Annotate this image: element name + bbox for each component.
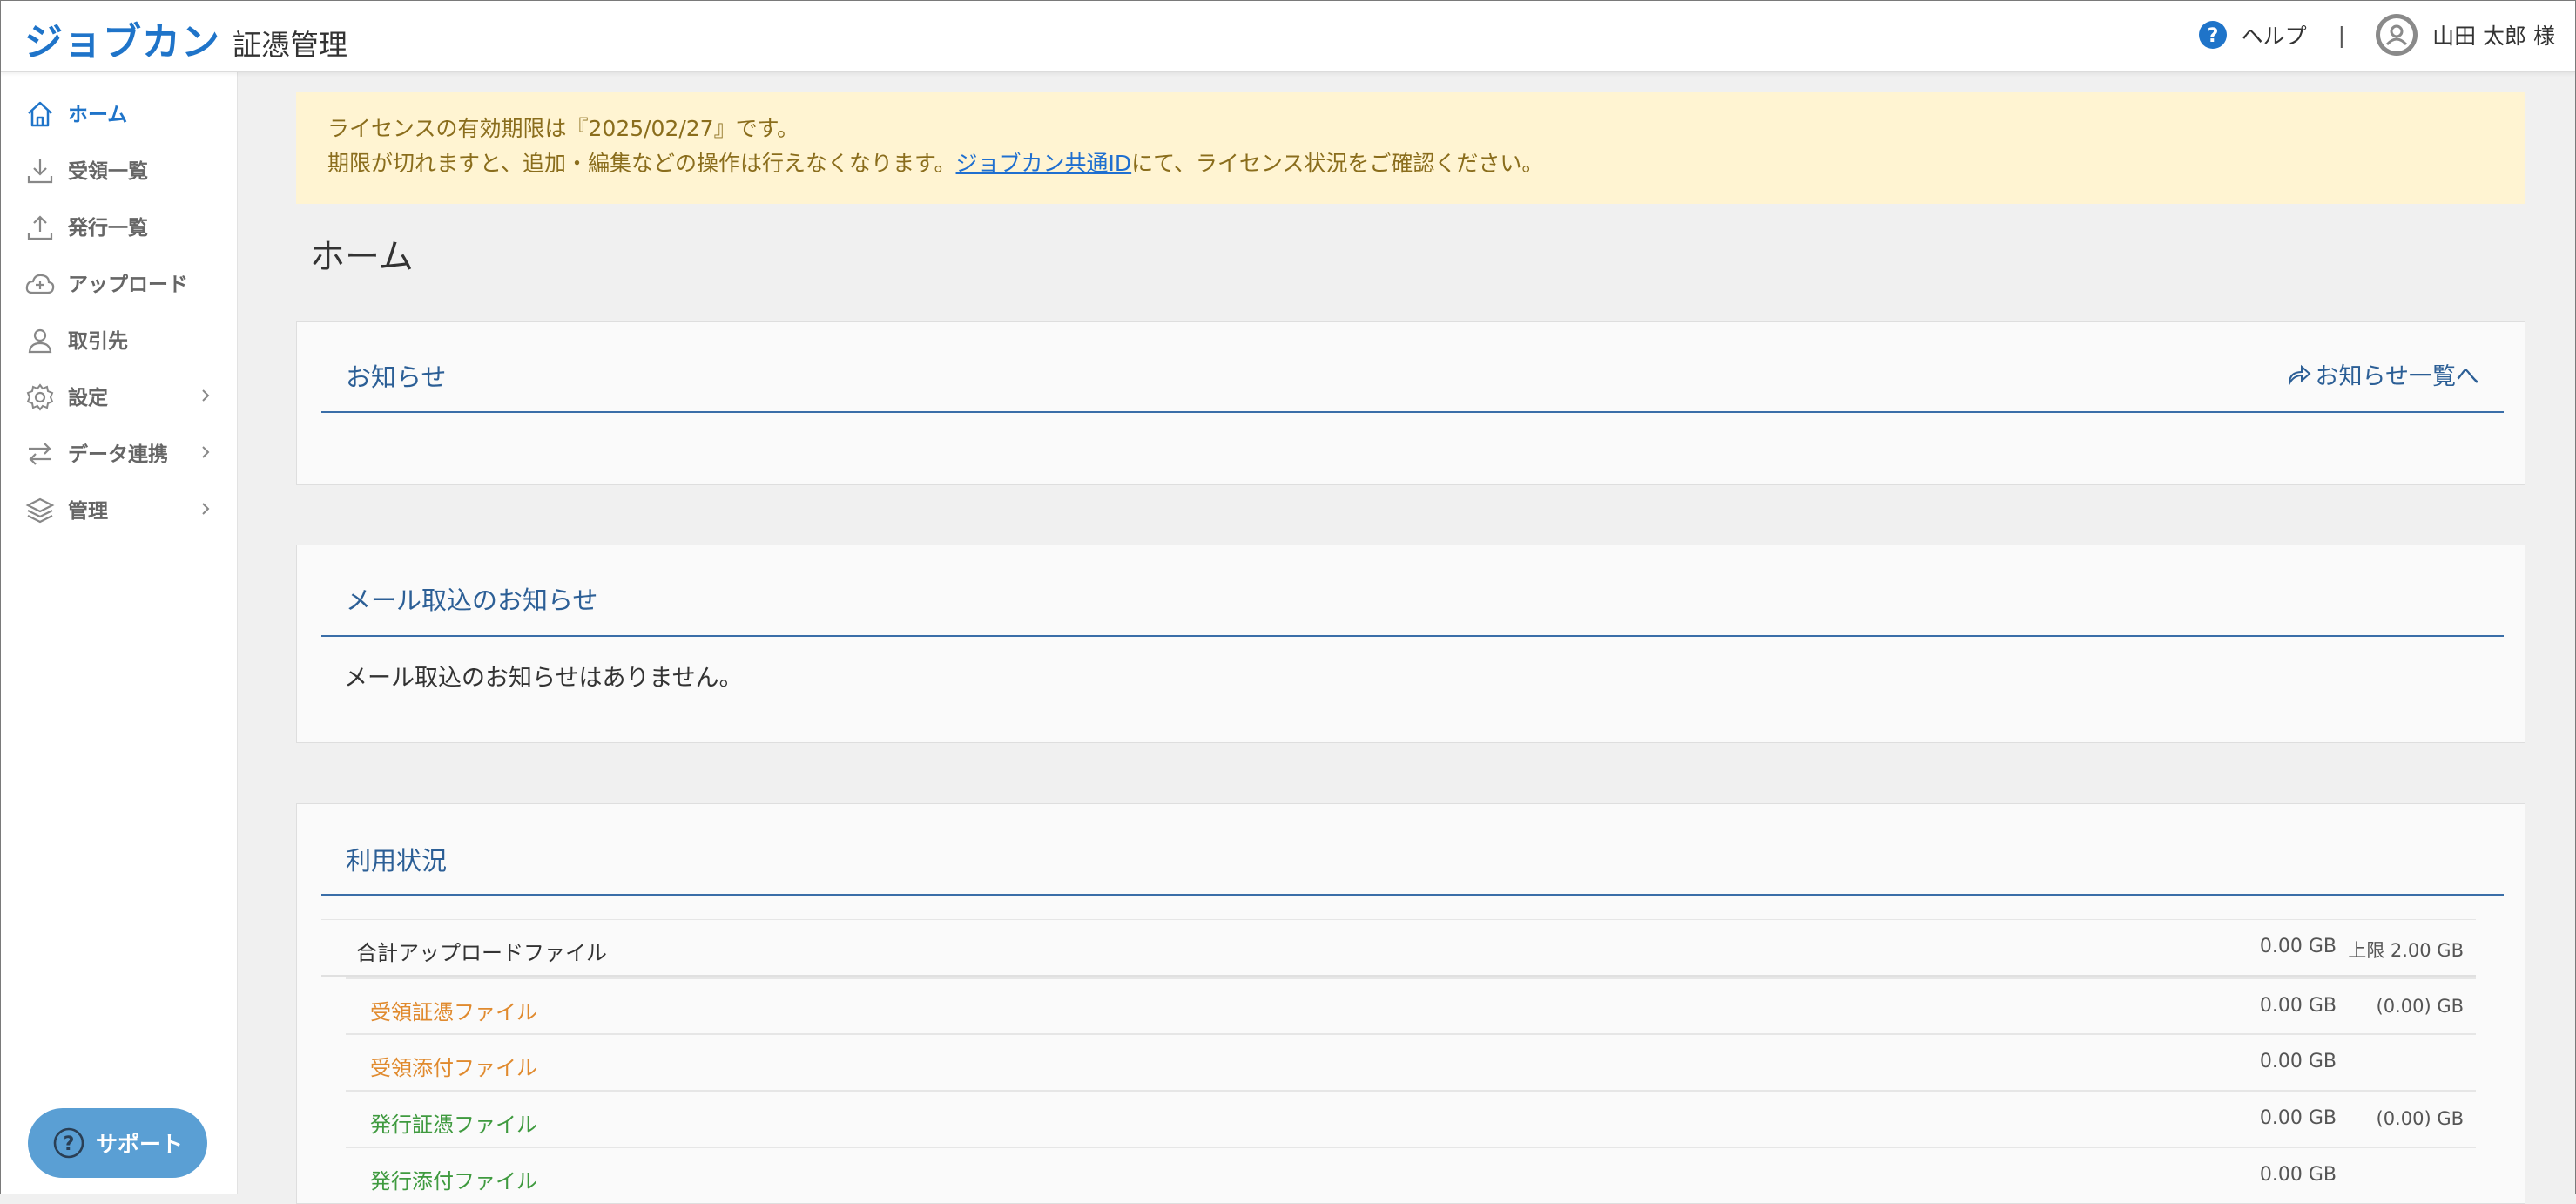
banner-text: 期限が切れますと、追加・編集などの操作は行えなくなります。	[327, 151, 956, 176]
sidebar-item-label: 発行一覧	[68, 217, 148, 240]
usage-total-row: 合計アップロードファイル 0.00 GB 上限 2.00 GB	[321, 919, 2476, 977]
usage-row: 発行証憑ファイル 0.00 GB (0.00) GB	[346, 1090, 2476, 1146]
usage-row-value: 0.00 GB	[2259, 1051, 2337, 1072]
notices-title: お知らせ	[346, 362, 447, 392]
sidebar-item-label: アップロード	[68, 274, 188, 296]
usage-total-limit: 上限 2.00 GB	[2348, 940, 2464, 961]
license-banner: ライセンスの有効期限は『2025/02/27』です。 期限が切れますと、追加・編…	[296, 92, 2525, 204]
usage-total-label: 合計アップロードファイル	[356, 941, 607, 965]
share-arrow-icon	[2288, 364, 2311, 387]
help-icon[interactable]: ?	[2198, 20, 2228, 50]
sidebar-item-label: 受領一覧	[68, 160, 148, 183]
banner-text: にて、ライセンス状況をご確認ください。	[1131, 151, 1544, 176]
usage-title: 利用状況	[346, 846, 448, 876]
support-label: サポート	[95, 1132, 183, 1157]
chevron-right-icon	[202, 503, 210, 515]
sidebar-item-label: ホーム	[68, 104, 128, 126]
help-link[interactable]: ヘルプ	[2242, 19, 2307, 51]
sidebar-item-label: 設定	[68, 387, 108, 409]
header-actions: ? ヘルプ | 山田 太郎 様	[2198, 12, 2555, 57]
sidebar-item-received-list[interactable]: 受領一覧	[0, 143, 237, 195]
card-header: お知らせ お知らせ一覧へ	[321, 322, 2504, 413]
sidebar-item-partners[interactable]: 取引先	[0, 313, 237, 365]
person-icon	[28, 328, 52, 354]
sidebar-item-data-integration[interactable]: データ連携	[0, 426, 237, 478]
sidebar-item-upload[interactable]: アップロード	[0, 256, 237, 308]
card-header: 利用状況	[321, 804, 2504, 896]
gear-icon	[26, 383, 54, 411]
sidebar-item-label: データ連携	[68, 443, 168, 466]
usage-row-value: 0.00 GB	[2259, 1107, 2337, 1129]
avatar-icon[interactable]	[2375, 13, 2418, 57]
logo-brand: ジョブカン	[24, 20, 220, 64]
usage-row-label: 受領証憑ファイル	[370, 1000, 537, 1025]
usage-row: 受領添付ファイル 0.00 GB	[346, 1033, 2476, 1089]
usage-total-value: 0.00 GB	[2259, 936, 2337, 957]
mail-notices-empty: メール取込のお知らせはありません。	[344, 665, 743, 692]
notices-link-label: お知らせ一覧へ	[2315, 363, 2479, 390]
sync-arrows-icon	[29, 443, 51, 465]
sidebar-item-home[interactable]: ホーム	[0, 86, 237, 139]
usage-row-value: 0.00 GB	[2259, 995, 2337, 1017]
logo-product-name: 証憑管理	[233, 28, 347, 62]
home-icon	[28, 101, 52, 127]
usage-row-limit: (0.00) GB	[2376, 996, 2465, 1017]
usage-row: 発行添付ファイル 0.00 GB	[346, 1147, 2476, 1202]
usage-row-label: 発行添付ファイル	[370, 1169, 537, 1194]
card-header: メール取込のお知らせ	[321, 545, 2504, 637]
chevron-right-icon	[202, 389, 210, 402]
mail-notices-card: メール取込のお知らせ メール取込のお知らせはありません。	[296, 545, 2525, 743]
sidebar-item-label: 管理	[68, 500, 108, 523]
download-icon	[27, 159, 53, 184]
svg-text:?: ?	[2207, 25, 2218, 47]
header-separator: |	[2337, 22, 2346, 48]
svg-text:?: ?	[64, 1133, 75, 1155]
usage-row-label: 受領添付ファイル	[370, 1056, 537, 1080]
support-button[interactable]: ? サポート	[28, 1108, 207, 1178]
upload-icon	[27, 215, 53, 240]
usage-card: 利用状況 合計アップロードファイル 0.00 GB 上限 2.00 GB 受領証…	[296, 803, 2525, 1204]
chevron-right-icon	[202, 446, 210, 458]
cloud-upload-icon	[25, 274, 55, 294]
layers-icon	[25, 497, 55, 524]
usage-row-limit: (0.00) GB	[2376, 1108, 2465, 1129]
page-title: ホーム	[310, 237, 414, 277]
sidebar-item-settings[interactable]: 設定	[0, 369, 237, 422]
sidebar-item-issued-list[interactable]: 発行一覧	[0, 200, 237, 252]
usage-row: 受領証憑ファイル 0.00 GB (0.00) GB	[346, 977, 2476, 1033]
top-header: ジョブカン 証憑管理 ? ヘルプ | 山田 太郎 様	[0, 0, 2576, 72]
common-id-link[interactable]: ジョブカン共通ID	[956, 151, 1132, 176]
banner-line-2: 期限が切れますと、追加・編集などの操作は行えなくなります。ジョブカン共通IDにて…	[327, 146, 2494, 181]
question-circle-icon: ?	[53, 1127, 84, 1159]
notices-list-link[interactable]: お知らせ一覧へ	[2286, 357, 2479, 391]
banner-line-1: ライセンスの有効期限は『2025/02/27』です。	[327, 116, 799, 141]
sidebar-item-label: 取引先	[68, 330, 128, 353]
app-logo[interactable]: ジョブカン 証憑管理	[24, 10, 347, 66]
user-name[interactable]: 山田 太郎 様	[2432, 19, 2555, 51]
usage-row-label: 発行証憑ファイル	[370, 1113, 537, 1137]
usage-row-value: 0.00 GB	[2259, 1164, 2337, 1186]
notices-card: お知らせ お知らせ一覧へ	[296, 321, 2525, 485]
mail-notices-title: メール取込のお知らせ	[346, 585, 598, 615]
sidebar: ホーム 受領一覧 発行一覧 アップロード 取引先 設定 データ連携 管理	[0, 72, 238, 1194]
sidebar-item-admin[interactable]: 管理	[0, 483, 237, 535]
